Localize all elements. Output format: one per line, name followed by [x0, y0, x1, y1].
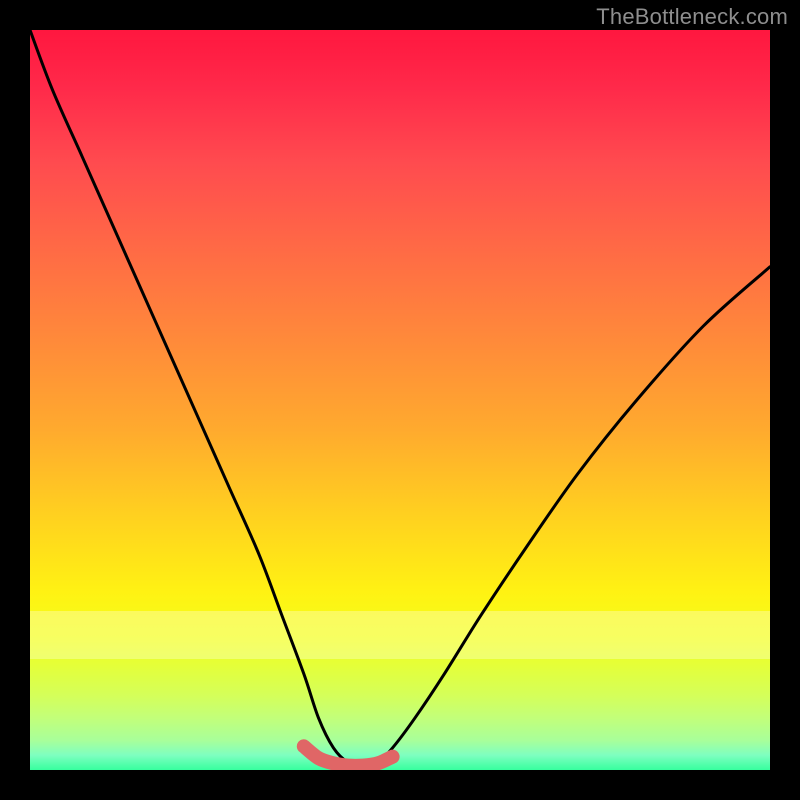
bottleneck-curve: [30, 30, 770, 766]
plot-area: [30, 30, 770, 770]
curve-layer: [30, 30, 770, 770]
valley-highlight: [304, 746, 393, 766]
chart-stage: TheBottleneck.com: [0, 0, 800, 800]
watermark-text: TheBottleneck.com: [596, 4, 788, 30]
